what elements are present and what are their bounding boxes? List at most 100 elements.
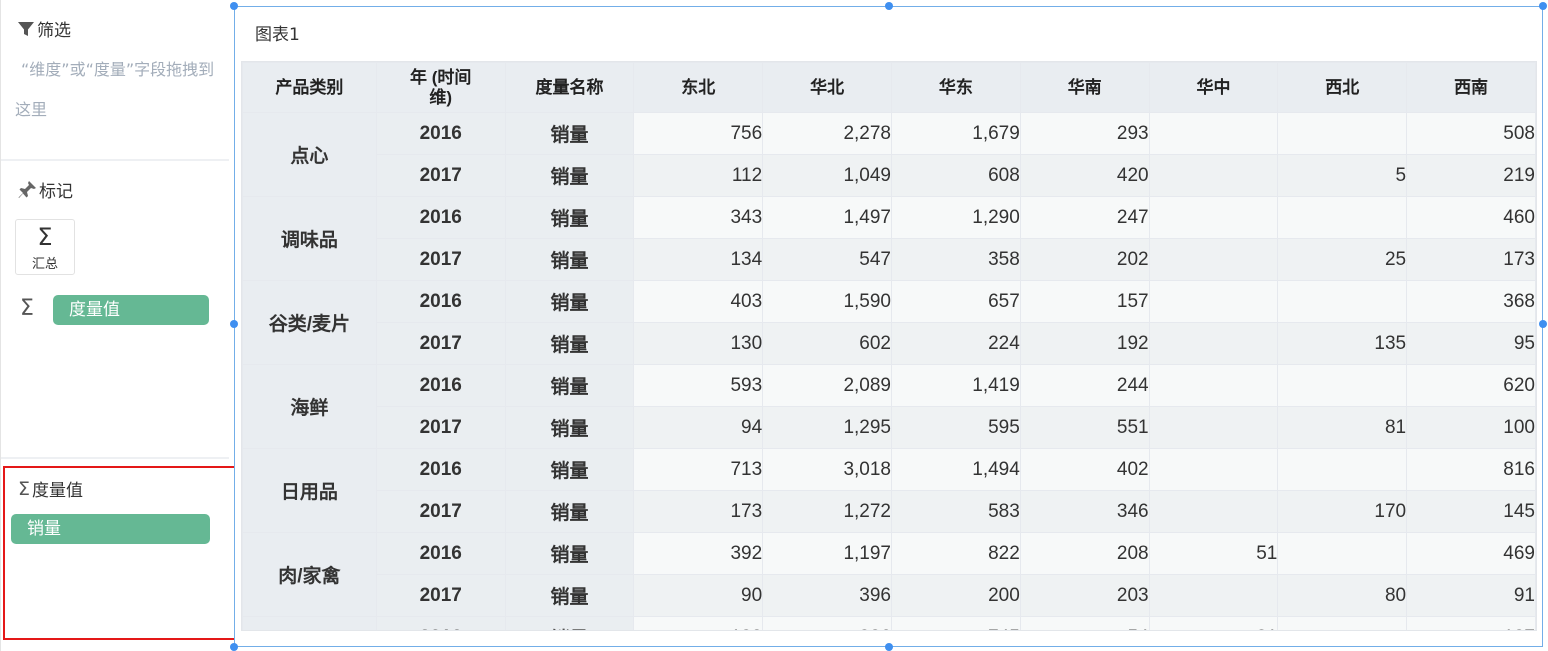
measure-values-title-label: 度量值 [32,481,84,501]
value-cell: 1,419 [890,364,1021,407]
measure-name-cell: 销量 [504,112,635,155]
category-cell: 日用品 [242,448,377,533]
value-cell: 134 [633,238,764,281]
measure-values-pill[interactable]: 度量值 [53,295,209,325]
category-cell: 肉/家禽 [242,532,377,617]
value-cell [1148,364,1279,407]
resize-handle-bottom-left[interactable] [230,643,238,651]
value-cell: 547 [762,238,892,281]
value-cell: 202 [1019,238,1150,281]
value-cell: 81 [1277,406,1408,449]
resize-handle-top-right[interactable] [1539,2,1547,10]
value-cell: 403 [633,280,764,323]
column-header[interactable]: 华南 [1019,62,1150,113]
table-row: 2016销量1999067455481 137 [242,616,1536,630]
divider [1,159,229,161]
value-cell: 906 [762,616,892,630]
value-cell: 343 [633,196,764,239]
column-header[interactable]: 产品类别 [242,62,377,113]
year-cell: 2017 [375,154,506,197]
value-cell: 199 [633,616,764,630]
column-header[interactable]: 度量名称 [504,62,635,113]
value-cell: 5 [1277,154,1408,197]
value-cell: 2,089 [762,364,892,407]
value-cell [1277,112,1408,155]
value-cell: 620 [1406,364,1536,407]
value-cell: 25 [1277,238,1408,281]
column-header[interactable]: 华中 [1148,62,1279,113]
value-cell [1148,448,1279,491]
table-row: 2017 销量 173 1,272 583 346 170 145 [243,490,1536,533]
column-header[interactable]: 西北 [1277,62,1408,113]
year-cell: 2017 [375,406,506,449]
value-cell: 508 [1406,112,1536,155]
resize-handle-top-left[interactable] [230,2,238,10]
value-cell [1148,280,1279,323]
measure-name-cell: 销量 [504,154,635,197]
value-cell: 157 [1019,280,1150,323]
year-cell: 2016 [375,280,506,323]
value-cell: 460 [1406,196,1536,239]
value-cell [1148,112,1279,155]
value-cell: 90 [633,574,764,617]
measure-name-cell: 销量 [504,574,635,617]
column-header[interactable]: 东北 [633,62,764,113]
measure-values-panel: Σ 度量值 销量 [3,466,237,640]
value-cell [1277,364,1408,407]
value-cell: 192 [1019,322,1150,365]
resize-handle-bottom[interactable] [885,643,893,651]
value-cell [1277,532,1408,575]
value-cell: 816 [1406,448,1536,491]
value-cell: 713 [633,448,764,491]
value-cell: 469 [1406,532,1536,575]
filter-drop-zone[interactable]: “维度”或“度量”字段拖拽到这里 [15,50,215,130]
value-cell: 358 [890,238,1021,281]
value-cell [1277,616,1408,630]
measure-name-cell: 销量 [504,448,635,491]
sigma-icon: Σ [18,477,31,500]
value-cell: 392 [633,532,764,575]
table-row: 2017 销量 134 547 358 202 25 173 [243,238,1536,281]
value-cell: 368 [1406,280,1536,323]
resize-handle-right[interactable] [1539,320,1547,328]
value-cell: 1,197 [762,532,892,575]
sales-measure-pill[interactable]: 销量 [11,514,210,544]
value-cell [1148,238,1279,281]
value-cell: 80 [1277,574,1408,617]
value-cell: 1,272 [762,490,892,533]
value-cell: 3,018 [762,448,892,491]
column-header[interactable]: 年 (时间维) [375,62,506,113]
value-cell [1148,196,1279,239]
value-cell: 224 [890,322,1021,365]
value-cell: 145 [1406,490,1536,533]
year-cell: 2016 [375,196,506,239]
pivot-table-viewport[interactable]: 产品类别年 (时间维) 度量名称 东北 华北 华东 华南 华中 西北 西南 点心 2016 销量 75… [241,61,1537,631]
value-cell: 203 [1019,574,1150,617]
table-row: 肉/家禽 2016 销量 392 1,197 822 208 51 469 [242,532,1536,617]
column-header[interactable]: 华东 [890,62,1021,113]
column-header[interactable]: 西南 [1406,62,1536,113]
column-header[interactable]: 华北 [762,62,892,113]
value-cell: 756 [633,112,764,155]
resize-handle-top[interactable] [885,2,893,10]
year-cell: 2017 [375,238,506,281]
value-cell: 822 [890,532,1021,575]
value-cell [1277,280,1408,323]
table-row: 点心 2016 销量 756 2,278 1,679 293 508 [242,112,1536,197]
year-cell: 2016 [375,112,506,155]
filter-section-title: 筛选 [17,16,71,41]
table-row: 2017 销量 130 602 224 192 135 95 [243,322,1536,365]
table-row: 谷类/麦片 2016 销量 403 1,590 657 157 368 [242,280,1536,365]
category-cell: 谷类/麦片 [242,280,377,365]
pin-icon [18,180,36,198]
value-cell: 100 [1406,406,1536,449]
filter-icon [18,21,34,36]
measure-values-title: Σ 度量值 [18,476,84,502]
resize-handle-left[interactable] [230,320,238,328]
value-cell: 170 [1277,490,1408,533]
value-cell: 1,679 [890,112,1021,155]
value-cell: 112 [633,154,764,197]
aggregate-button[interactable]: Σ 汇总 [15,219,75,275]
value-cell: 346 [1019,490,1150,533]
category-cell: 调味品 [242,196,377,281]
